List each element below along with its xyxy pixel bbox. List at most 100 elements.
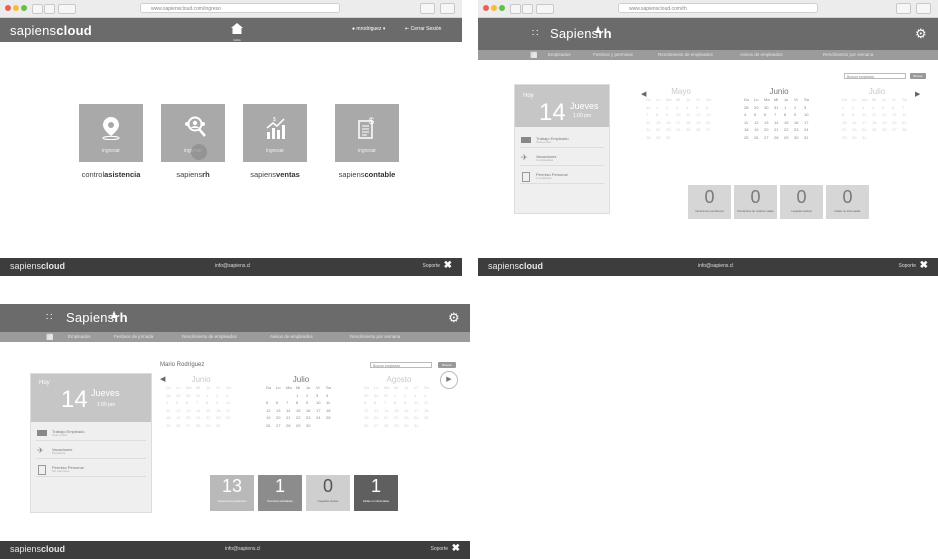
- calendar-day[interactable]: 10: [676, 111, 686, 119]
- minimize-window-icon[interactable]: [491, 5, 497, 11]
- calendar-day[interactable]: 28: [902, 126, 912, 134]
- calendar-day[interactable]: 1: [656, 104, 666, 112]
- calendar-day[interactable]: 9: [404, 399, 414, 407]
- calendar-day[interactable]: 19: [882, 119, 892, 127]
- search-input[interactable]: Buscar empleado: [844, 73, 906, 79]
- calendar-day[interactable]: 29: [296, 422, 306, 430]
- event-item[interactable]: Trabajo Empleado Todo el día: [520, 135, 604, 148]
- calendar-day[interactable]: 11: [744, 119, 754, 127]
- calendar-day[interactable]: 7: [384, 399, 394, 407]
- tile-sapiens-contable[interactable]: $ ingresar: [335, 104, 399, 162]
- calendar-day[interactable]: 8: [842, 111, 852, 119]
- calendar-day[interactable]: 30: [216, 422, 226, 430]
- calendar-day[interactable]: 27: [276, 422, 286, 430]
- calendar-day[interactable]: 8: [784, 111, 794, 119]
- nav-rendimiento[interactable]: Rendimiento de empleados: [182, 332, 237, 342]
- calendar-day[interactable]: 21: [646, 126, 656, 134]
- calendar-day[interactable]: 24: [804, 126, 814, 134]
- calendar-day[interactable]: 8: [296, 399, 306, 407]
- calendar-day[interactable]: 23: [666, 126, 676, 134]
- sidebar-toggle-button[interactable]: [536, 4, 554, 14]
- calendar-day[interactable]: 30: [794, 134, 804, 142]
- brand-logo[interactable]: sapienscloud: [10, 23, 92, 38]
- footer-brand[interactable]: sapienscloud: [488, 261, 543, 271]
- calendar-day[interactable]: 1: [394, 392, 404, 400]
- calendar-day[interactable]: 28: [774, 134, 784, 142]
- calendar-day[interactable]: 21: [774, 126, 784, 134]
- stat-llegadas-tardias[interactable]: 0 Llegadas tardías: [306, 475, 350, 511]
- day-grid[interactable]: Do Lu Ma Mi Ju Vi Sa 30 1 2 3 4 5 6 7 8 9 10 11 12 13 14 15 16 1…: [646, 96, 716, 142]
- calendar-day[interactable]: 30: [374, 392, 384, 400]
- calendar-day[interactable]: 20: [186, 414, 196, 422]
- calendar-day[interactable]: 27: [374, 422, 384, 430]
- calendar-day[interactable]: 5: [364, 399, 374, 407]
- calendar-day[interactable]: 29: [364, 392, 374, 400]
- calendar-day[interactable]: 18: [744, 126, 754, 134]
- calendar-day[interactable]: 12: [882, 111, 892, 119]
- calendar-day[interactable]: 18: [166, 414, 176, 422]
- calendar-day[interactable]: 25: [424, 414, 434, 422]
- calendar-day[interactable]: 4: [166, 399, 176, 407]
- brand-logo[interactable]: Sapiensrh: [550, 26, 612, 41]
- tile-control-asistencia[interactable]: ingresar: [79, 104, 143, 162]
- calendar-day[interactable]: [266, 392, 276, 400]
- caption-sapiens-ventas[interactable]: sapiensventas: [230, 170, 320, 179]
- calendar-day[interactable]: 29: [754, 104, 764, 112]
- day-grid[interactable]: Do Lu Ma Mi Ju Vi Sa 1 2 3 4 5 6 7 8 9 10 11 12 13 14 15 16 17 1…: [842, 96, 912, 142]
- apps-grid-icon[interactable]: ∷: [46, 313, 56, 323]
- next-month-button[interactable]: ▶: [440, 371, 458, 389]
- stat-permisos-solicitados[interactable]: 1 Permisos solicitados: [258, 475, 302, 511]
- calendar-day[interactable]: 22: [842, 126, 852, 134]
- stat-faltas[interactable]: 0 Faltas no informadas: [826, 185, 869, 219]
- calendar-day[interactable]: 13: [374, 407, 384, 415]
- calendar-day[interactable]: 28: [286, 422, 296, 430]
- calendar-day[interactable]: 13: [276, 407, 286, 415]
- maximize-window-icon[interactable]: [21, 5, 27, 11]
- tools-icon[interactable]: ✖: [452, 543, 460, 554]
- calendar-day[interactable]: 1: [784, 104, 794, 112]
- calendar-day[interactable]: 15: [784, 119, 794, 127]
- calendar-day[interactable]: 26: [266, 422, 276, 430]
- calendar-day[interactable]: 3: [316, 392, 326, 400]
- calendar-day[interactable]: 18: [872, 119, 882, 127]
- event-item[interactable]: ✈ Vacaciones Pendiente: [36, 446, 146, 459]
- maximize-window-icon[interactable]: [499, 5, 505, 11]
- calendar-day[interactable]: 20: [374, 414, 384, 422]
- search-button[interactable]: Buscar: [438, 362, 456, 368]
- share-button[interactable]: [896, 3, 911, 14]
- calendar-day[interactable]: 9: [666, 111, 676, 119]
- forward-button[interactable]: [522, 4, 533, 14]
- calendar-day[interactable]: [276, 392, 286, 400]
- calendar-day[interactable]: 23: [216, 414, 226, 422]
- calendar-day[interactable]: 29: [784, 134, 794, 142]
- calendar-day[interactable]: 25: [326, 414, 336, 422]
- calendar-day[interactable]: 11: [166, 407, 176, 415]
- tile-sapiens-rh[interactable]: ingresar: [161, 104, 225, 162]
- calendar-day[interactable]: 20: [276, 414, 286, 422]
- event-item[interactable]: Permiso Personal Sin permisos: [36, 464, 146, 477]
- footer-email-link[interactable]: info@sapiens.cl: [215, 263, 250, 269]
- calendar-day[interactable]: 1: [206, 392, 216, 400]
- calendar-day[interactable]: 14: [774, 119, 784, 127]
- calendar-day[interactable]: 23: [404, 414, 414, 422]
- calendar-day[interactable]: 14: [384, 407, 394, 415]
- stat-vacaciones-pendientes[interactable]: 0 Vacaciones pendientes: [688, 185, 731, 219]
- footer-email-link[interactable]: info@sapiens.cl: [225, 546, 260, 552]
- calendar-day[interactable]: 17: [862, 119, 872, 127]
- stat-llegadas-tardias[interactable]: 0 Llegadas tardías: [780, 185, 823, 219]
- calendar-day[interactable]: 20: [764, 126, 774, 134]
- calendar-day[interactable]: 11: [424, 399, 434, 407]
- day-grid[interactable]: Do Lu Ma Mi Ju Vi Sa 1 2 3 4 5 6 7 8 9 10 11 12 13 14 15 16 17 1…: [266, 384, 336, 430]
- caption-sapiens-rh[interactable]: sapiensrh: [148, 170, 238, 179]
- calendar-day[interactable]: 26: [176, 422, 186, 430]
- close-window-icon[interactable]: [483, 5, 489, 11]
- calendar-day[interactable]: 9: [852, 111, 862, 119]
- calendar-day[interactable]: 5: [266, 399, 276, 407]
- calendar-day[interactable]: 11: [872, 111, 882, 119]
- brand-logo[interactable]: Sapiensrh: [66, 310, 128, 325]
- calendar-day[interactable]: 2: [666, 104, 676, 112]
- tabs-button[interactable]: [916, 3, 931, 14]
- calendar-day[interactable]: 15: [206, 407, 216, 415]
- calendar-day[interactable]: 28: [196, 422, 206, 430]
- calendar-day[interactable]: 19: [364, 414, 374, 422]
